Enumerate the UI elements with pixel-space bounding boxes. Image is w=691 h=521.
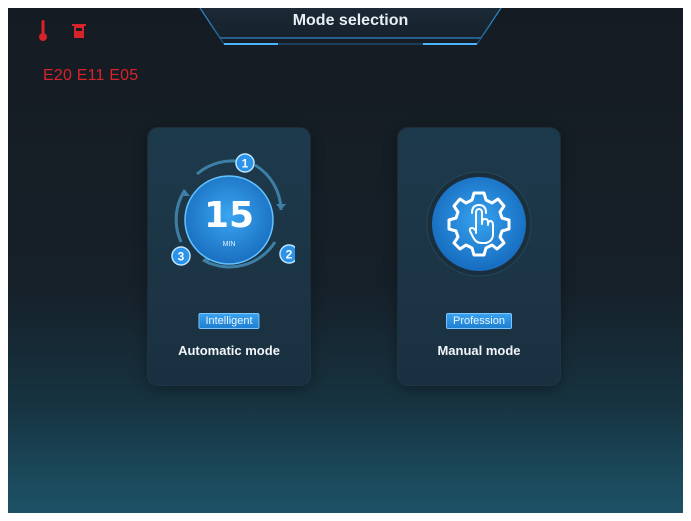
manual-mode-label: Manual mode — [437, 343, 521, 358]
header-bar: Mode selection — [198, 8, 503, 46]
manual-mode-card[interactable]: Profession Manual mode — [398, 128, 560, 385]
thermometer-icon — [39, 20, 47, 41]
tank-icon — [72, 24, 86, 38]
dial-value: 15 — [203, 195, 255, 236]
screen: Mode selection E20 E11 E05 1 2 3 15 MIN … — [8, 8, 683, 513]
gear-touch-icon — [426, 171, 532, 277]
profession-badge: Profession — [446, 313, 512, 329]
status-icons — [39, 20, 86, 41]
dial-unit: MIN — [222, 241, 236, 248]
error-codes: E20 E11 E05 — [43, 67, 139, 84]
timer-dial: 1 2 3 15 MIN — [163, 150, 299, 280]
page-title: Mode selection — [292, 12, 409, 29]
automatic-mode-label: Automatic mode — [178, 343, 280, 358]
step-1: 1 — [242, 157, 249, 171]
intelligent-badge: Intelligent — [198, 313, 260, 329]
automatic-mode-card[interactable]: 1 2 3 15 MIN Intelligent Automatic mode — [148, 128, 310, 385]
gear-graphic — [426, 171, 532, 277]
step-2: 2 — [286, 248, 293, 262]
step-3: 3 — [178, 250, 185, 264]
